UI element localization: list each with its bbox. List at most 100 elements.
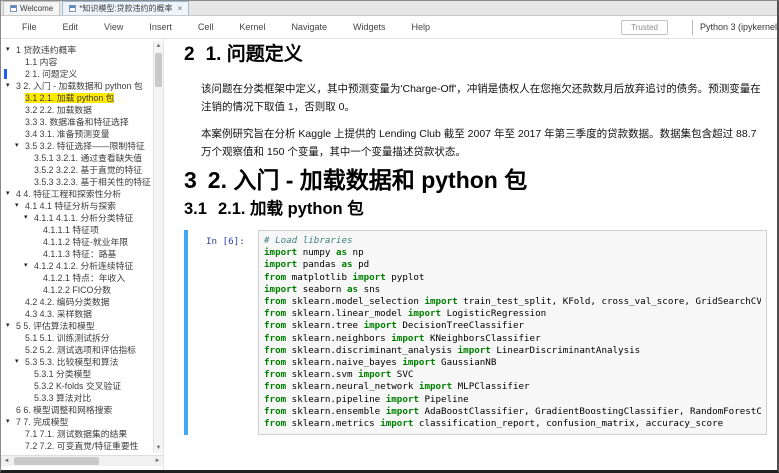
- menu-insert[interactable]: Insert: [136, 22, 185, 32]
- scroll-left-icon[interactable]: ◄: [1, 456, 12, 466]
- paragraph-dataset-description: 本案例研究旨在分析 Kaggle 上提供的 Lending Club 截至 20…: [201, 125, 763, 161]
- toc-item[interactable]: 4.2 4.2. 编码分类数据: [1, 296, 152, 308]
- toc-item[interactable]: 2 1. 问题定义: [1, 68, 152, 80]
- toc-item[interactable]: ▾ 4.1.1 4.1.1. 分析分类特征: [1, 212, 152, 224]
- toc-item[interactable]: 4.1.1.1 特征项: [1, 224, 152, 236]
- toc-item-label: 5.3 5.3. 比较模型和算法: [25, 357, 118, 367]
- toc-item[interactable]: 7.1 7.1. 测试数据集的结果: [1, 428, 152, 440]
- toc-item-label: 5.3.2 K-folds 交叉验证: [34, 381, 121, 391]
- trusted-badge[interactable]: Trusted: [621, 20, 668, 35]
- toc-item[interactable]: 3.4 3.1. 准备预测变量: [1, 128, 152, 140]
- toc-horizontal-scrollbar[interactable]: ◄ ►: [1, 455, 163, 466]
- toc-item[interactable]: ▾1 贷款违约概率: [1, 44, 152, 56]
- toc-item[interactable]: ▾3.5 3.2. 特征选择——限制特征: [1, 140, 152, 152]
- paragraph-problem-definition: 该问题在分类框架中定义，其中预测变量为'Charge-Off'，冲销是债权人在您…: [201, 80, 763, 116]
- code-line: from sklearn.svm import SVC: [264, 369, 761, 381]
- toc-item[interactable]: 6 6. 模型调整和网格搜索: [1, 404, 152, 416]
- notebook-window: Welcome *知识模型:贷款违约的概率 × FileEditViewInse…: [0, 0, 779, 473]
- collapse-arrow-icon[interactable]: ▾: [15, 200, 19, 212]
- toc-item[interactable]: 3.5.2 3.2.2. 基于直觉的特征: [1, 164, 152, 176]
- code-line: from sklearn.neural_network import MLPCl…: [264, 381, 761, 393]
- toc-item[interactable]: ▾4.1 4.1 特征分析与探索: [1, 200, 152, 212]
- toc-item[interactable]: 4.1.2.1 特点：年收入: [1, 272, 152, 284]
- heading-number: 3.1: [184, 200, 207, 218]
- code-line: from sklearn.tree import DecisionTreeCla…: [264, 320, 761, 332]
- toc-item-label: 5.1 5.1. 训练测试拆分: [25, 333, 110, 343]
- scroll-down-icon[interactable]: ▼: [154, 443, 163, 453]
- tab-welcome[interactable]: Welcome: [3, 1, 60, 15]
- tab-welcome-label: Welcome: [20, 4, 53, 13]
- menu-cell[interactable]: Cell: [185, 22, 227, 32]
- collapse-arrow-icon[interactable]: ▾: [6, 416, 10, 428]
- collapse-arrow-icon[interactable]: ▾: [15, 140, 19, 152]
- toc-item[interactable]: 4.1.2.2 FICO分数: [1, 284, 152, 296]
- toc-item[interactable]: 4.1.1.3 特征：路基: [1, 248, 152, 260]
- collapse-arrow-icon[interactable]: ▾: [15, 356, 19, 368]
- menu-view[interactable]: View: [91, 22, 136, 32]
- menu-kernel[interactable]: Kernel: [226, 22, 278, 32]
- tab-notebook[interactable]: *知识模型:贷款违约的概率 ×: [62, 1, 189, 15]
- menu-bar: FileEditViewInsertCellKernelNavigateWidg…: [1, 16, 777, 39]
- code-line: from sklearn.naive_bayes import Gaussian…: [264, 357, 761, 369]
- toc-item-label: 5 5. 评估算法和模型: [16, 321, 95, 331]
- toc-item[interactable]: 5.3.1 分类模型: [1, 368, 152, 380]
- toc-item[interactable]: 3.2 2.2. 加载数据: [1, 104, 152, 116]
- toc-item[interactable]: ▾7 7. 完成模型: [1, 416, 152, 428]
- toc-item-label: 3.2 2.2. 加载数据: [25, 105, 92, 115]
- code-line: from sklearn.discriminant_analysis impor…: [264, 345, 761, 357]
- scroll-right-icon[interactable]: ►: [152, 456, 163, 466]
- toc-item[interactable]: ▾4.1.2 4.1.2. 分析连续特征: [1, 260, 152, 272]
- collapse-arrow-icon[interactable]: ▾: [6, 320, 10, 332]
- scrollbar-thumb[interactable]: [155, 53, 162, 87]
- scroll-up-icon[interactable]: ▲: [154, 41, 163, 51]
- toc-item[interactable]: 3.3 3. 数据准备和特征选择: [1, 116, 152, 128]
- toc-item-label: 4.1.1.2 特征-就业年限: [43, 237, 128, 247]
- toc-item[interactable]: ▾ 5.3 5.3. 比较模型和算法: [1, 356, 152, 368]
- toc-item[interactable]: 5.2 5.2. 测试选项和评估指标: [1, 344, 152, 356]
- menubar-right: Trusted Python 3 (ipykernel: [621, 20, 777, 35]
- toc-item-label: 1.1 内容: [25, 57, 57, 67]
- toc-item-label: 7.2 7.2. 可变直觉/特征重要性: [25, 441, 138, 451]
- toc-item[interactable]: 3.5.3 3.2.3. 基于相关性的特征: [1, 176, 152, 188]
- toc-item-label: 3.3 3. 数据准备和特征选择: [25, 117, 129, 127]
- menu-help[interactable]: Help: [398, 22, 443, 32]
- toc-item[interactable]: ▾ 3 2. 入门 - 加载数据和 python 包: [1, 80, 152, 92]
- toc-item[interactable]: ▾4 4. 特征工程和探索性分析: [1, 188, 152, 200]
- toc-item[interactable]: 1.1 内容: [1, 56, 152, 68]
- toc-item[interactable]: 7.2 7.2. 可变直觉/特征重要性: [1, 440, 152, 452]
- toc-item[interactable]: 3.5.1 3.2.1. 通过查看缺失值: [1, 152, 152, 164]
- menu-items-container: FileEditViewInsertCellKernelNavigateWidg…: [9, 22, 443, 32]
- menu-edit[interactable]: Edit: [50, 22, 92, 32]
- collapse-arrow-icon[interactable]: ▾: [6, 44, 10, 56]
- menu-navigate[interactable]: Navigate: [278, 22, 340, 32]
- toc-item[interactable]: 4.3 4.3. 采样数据: [1, 308, 152, 320]
- toc-item-label: 5.3.1 分类模型: [34, 369, 91, 379]
- toc-item-label: 3.5.1 3.2.1. 通过查看缺失值: [34, 153, 142, 163]
- collapse-arrow-icon[interactable]: ▾: [24, 212, 28, 224]
- toc-item-label: 7.1 7.1. 测试数据集的结果: [25, 429, 127, 439]
- toc-vertical-scrollbar[interactable]: ▲ ▼: [153, 41, 163, 453]
- collapse-arrow-icon[interactable]: ▾: [6, 188, 10, 200]
- menu-widgets[interactable]: Widgets: [340, 22, 399, 32]
- collapse-arrow-icon[interactable]: ▾: [6, 80, 10, 92]
- toc-item[interactable]: 5.1 5.1. 训练测试拆分: [1, 332, 152, 344]
- collapse-arrow-icon[interactable]: ▾: [24, 260, 28, 272]
- toc-item[interactable]: 4.1.1.2 特征-就业年限: [1, 236, 152, 248]
- heading-number: 2: [184, 44, 195, 65]
- close-icon[interactable]: ×: [178, 5, 183, 13]
- toc-item[interactable]: 3.1 2.1. 加载 python 包: [1, 92, 152, 104]
- toc-item[interactable]: ▾ 5 5. 评估算法和模型: [1, 320, 152, 332]
- toc-item-label: 3.5.2 3.2.2. 基于直觉的特征: [34, 165, 142, 175]
- toc-item[interactable]: 5.3.2 K-folds 交叉验证: [1, 380, 152, 392]
- scrollbar-thumb[interactable]: [14, 457, 99, 465]
- toc-item[interactable]: 5.3.3 算法对比: [1, 392, 152, 404]
- code-editor[interactable]: # Load librariesimport numpy as npimport…: [258, 230, 767, 435]
- toc-item-label: 4.1.1 4.1.1. 分析分类特征: [34, 213, 133, 223]
- code-cell[interactable]: In [6]: # Load librariesimport numpy as …: [184, 230, 767, 435]
- code-line: from sklearn.linear_model import Logisti…: [264, 308, 761, 320]
- code-line: from sklearn.metrics import classificati…: [264, 418, 761, 430]
- menu-file[interactable]: File: [9, 22, 50, 32]
- code-line: from matplotlib import pyplot: [264, 272, 761, 284]
- toc-item-label: 4.1.1.3 特征：路基: [43, 249, 116, 259]
- toc-item-label: 3 2. 入门 - 加载数据和 python 包: [16, 81, 143, 91]
